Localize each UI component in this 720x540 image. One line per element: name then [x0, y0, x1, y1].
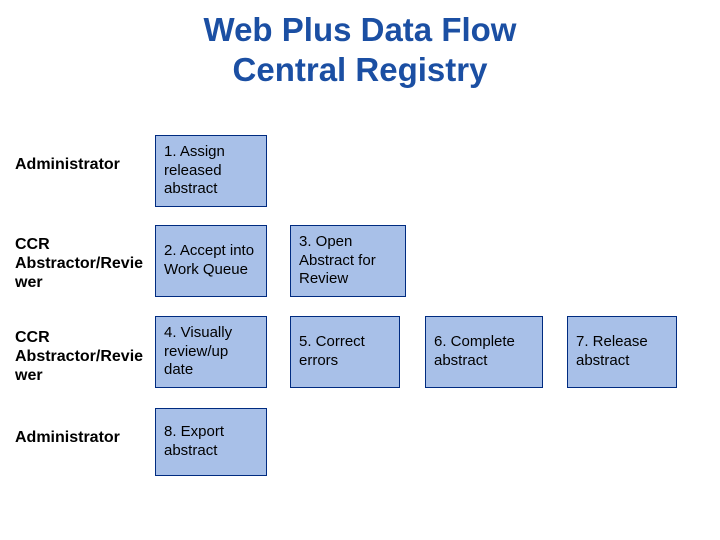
step-7-release-abstract: 7. Release abstract: [567, 316, 677, 388]
step-4-visually-review-update: 4. Visually review/up date: [155, 316, 267, 388]
slide-title: Web Plus Data Flow Central Registry: [0, 10, 720, 89]
title-line-1: Web Plus Data Flow: [204, 11, 517, 48]
role-label-administrator-2: Administrator: [15, 428, 150, 447]
step-8-export-abstract: 8. Export abstract: [155, 408, 267, 476]
step-3-open-abstract-for-review: 3. Open Abstract for Review: [290, 225, 406, 297]
role-label-administrator-1: Administrator: [15, 155, 150, 174]
step-2-accept-into-work-queue: 2. Accept into Work Queue: [155, 225, 267, 297]
step-1-assign-released-abstract: 1. Assign released abstract: [155, 135, 267, 207]
step-5-correct-errors: 5. Correct errors: [290, 316, 400, 388]
title-line-2: Central Registry: [233, 51, 488, 88]
step-6-complete-abstract: 6. Complete abstract: [425, 316, 543, 388]
role-label-ccr-abstractor-reviewer-2: CCR Abstractor/Reviewer: [15, 328, 150, 386]
role-label-ccr-abstractor-reviewer-1: CCR Abstractor/Reviewer: [15, 235, 150, 293]
